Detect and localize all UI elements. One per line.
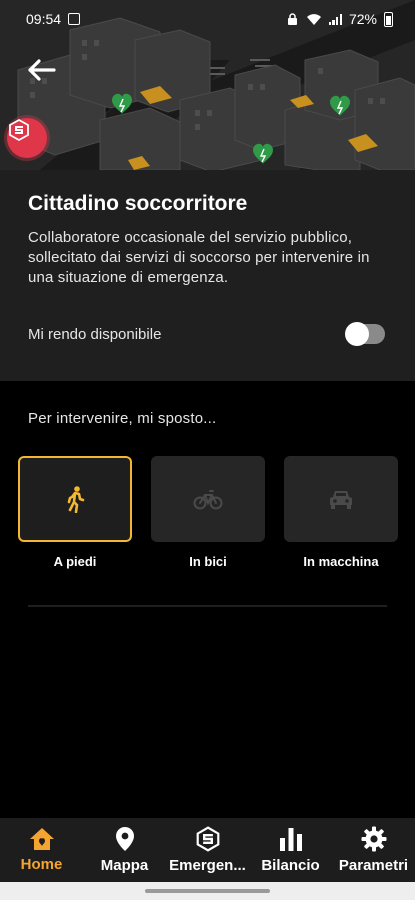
- emergency-logo-icon: [196, 826, 219, 852]
- walk-icon: [67, 486, 85, 513]
- availability-row: Mi rendo disponibile: [28, 322, 385, 346]
- divider: [28, 605, 387, 607]
- transport-prompt: Per intervenire, mi sposto...: [28, 410, 217, 427]
- status-time: 09:54: [26, 11, 62, 27]
- battery-icon: [384, 11, 393, 27]
- gallery-notification-icon: [68, 13, 81, 25]
- gear-icon: [361, 826, 386, 852]
- nav-map[interactable]: Mappa: [83, 818, 166, 882]
- nav-settings[interactable]: Parametri: [332, 818, 415, 882]
- signal-icon: [328, 13, 342, 25]
- back-button[interactable]: [26, 58, 64, 96]
- bike-icon: [193, 490, 223, 510]
- car-label: In macchina: [303, 554, 379, 569]
- toggle-knob: [345, 322, 369, 346]
- home-indicator[interactable]: [145, 889, 270, 893]
- nav-map-label: Mappa: [100, 857, 149, 874]
- info-card: Cittadino soccorritore Collaboratore occ…: [0, 170, 415, 381]
- transport-option-walk[interactable]: A piedi: [18, 456, 132, 569]
- battery-percent: 72%: [348, 11, 377, 27]
- nav-balance-label: Bilancio: [261, 857, 320, 874]
- nav-home-label: Home: [20, 856, 63, 873]
- nav-settings-label: Parametri: [338, 857, 409, 874]
- bottom-nav: Home Mappa Emergen... Bilancio Parametri: [0, 818, 415, 882]
- bike-label: In bici: [189, 554, 227, 569]
- wifi-icon: [306, 13, 321, 25]
- walk-tile[interactable]: [18, 456, 132, 542]
- s-logo-icon: [9, 118, 29, 142]
- transport-option-car[interactable]: In macchina: [284, 456, 398, 569]
- nav-home[interactable]: Home: [0, 818, 83, 882]
- page-title: Cittadino soccorritore: [28, 192, 248, 215]
- description-text: Collaboratore occasionale del servizio p…: [28, 229, 370, 286]
- walk-label: A piedi: [53, 554, 97, 569]
- bar-chart-icon: [279, 828, 302, 851]
- car-icon: [330, 491, 352, 509]
- home-icon: [29, 828, 54, 850]
- arrow-left-icon: [28, 59, 56, 81]
- bike-tile[interactable]: [151, 456, 265, 542]
- vpn-key-icon: [287, 12, 297, 25]
- availability-label: Mi rendo disponibile: [28, 325, 162, 343]
- nav-emergency-label: Emergen...: [169, 857, 246, 874]
- nav-emergency[interactable]: Emergen...: [166, 818, 249, 882]
- app-logo-badge: [7, 118, 47, 158]
- car-tile[interactable]: [284, 456, 398, 542]
- system-nav-bar: [0, 882, 415, 900]
- map-pin-icon: [115, 827, 134, 851]
- status-bar: 09:54 72%: [0, 0, 415, 38]
- availability-toggle[interactable]: [345, 322, 385, 346]
- transport-option-bike[interactable]: In bici: [151, 456, 265, 569]
- nav-balance[interactable]: Bilancio: [249, 818, 332, 882]
